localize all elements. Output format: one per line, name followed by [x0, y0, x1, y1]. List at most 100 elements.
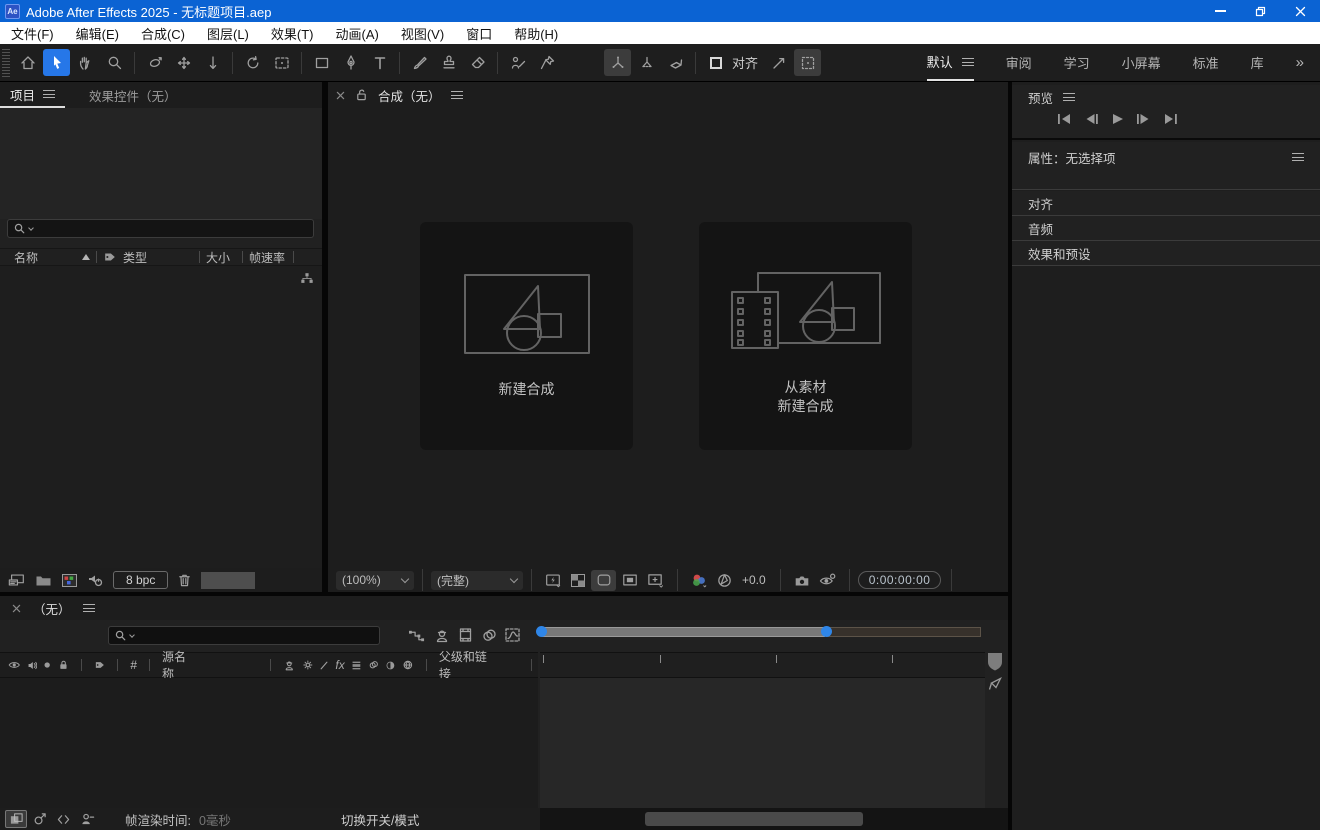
- timeline-hscroll-thumb[interactable]: [645, 812, 863, 826]
- solo-column-icon[interactable]: [43, 660, 51, 670]
- 3d-column-icon[interactable]: [402, 658, 414, 672]
- close-panel-icon[interactable]: [12, 604, 21, 613]
- adjustment-layer-column-icon[interactable]: [385, 659, 396, 672]
- next-frame-button[interactable]: [1136, 113, 1151, 125]
- properties-title[interactable]: 属性：无选择项: [1028, 148, 1116, 167]
- workspace-menu-icon[interactable]: [962, 58, 974, 66]
- parent-link-column-label[interactable]: 父级和链接: [439, 648, 489, 682]
- number-column-label[interactable]: #: [130, 658, 137, 672]
- source-name-column-label[interactable]: 源名称: [162, 648, 192, 682]
- sort-ascending-icon[interactable]: [82, 254, 90, 260]
- magnification-select[interactable]: (100%): [336, 571, 414, 590]
- panel-menu-icon[interactable]: [1292, 153, 1304, 161]
- close-panel-icon[interactable]: [336, 91, 345, 100]
- workspace-learn[interactable]: 学习: [1064, 45, 1090, 81]
- current-time-display[interactable]: 0:00:00:00: [858, 571, 942, 589]
- graph-editor-icon[interactable]: [504, 627, 521, 643]
- view-axis-mode-button[interactable]: [662, 49, 689, 76]
- new-composition-from-footage-card[interactable]: 从素材 新建合成: [699, 222, 912, 450]
- roto-brush-tool[interactable]: [504, 49, 531, 76]
- show-channel-button[interactable]: [687, 570, 711, 591]
- timeline-search-input[interactable]: [108, 626, 380, 645]
- interpret-footage-icon[interactable]: [8, 572, 26, 588]
- timeline-track-area[interactable]: [540, 678, 985, 808]
- previous-frame-button[interactable]: [1084, 113, 1099, 125]
- workspace-review[interactable]: 审阅: [1006, 45, 1032, 81]
- close-button[interactable]: [1280, 0, 1320, 22]
- world-axis-mode-button[interactable]: [633, 49, 660, 76]
- column-type[interactable]: 类型: [123, 249, 147, 266]
- align-panel-header[interactable]: 对齐: [1012, 191, 1320, 216]
- flowchart-icon[interactable]: [300, 271, 314, 285]
- project-footer-scroll[interactable]: [201, 572, 255, 589]
- shy-icon[interactable]: [434, 627, 450, 644]
- zoom-tool[interactable]: [101, 49, 128, 76]
- column-divider[interactable]: [242, 251, 243, 263]
- collapse-column-icon[interactable]: [302, 658, 314, 672]
- menu-view[interactable]: 视图(V): [390, 22, 455, 44]
- menu-composition[interactable]: 合成(C): [130, 22, 196, 44]
- tab-project[interactable]: 项目: [0, 82, 65, 108]
- label-column-icon[interactable]: [94, 658, 106, 672]
- menu-window[interactable]: 窗口: [455, 22, 503, 44]
- timeline-layer-list[interactable]: [0, 678, 538, 808]
- column-divider[interactable]: [426, 659, 427, 671]
- column-name[interactable]: 名称: [14, 249, 38, 266]
- tab-effect-controls[interactable]: 效果控件（无）: [79, 82, 187, 108]
- comp-marker-bin-icon[interactable]: [987, 676, 1004, 692]
- minimize-button[interactable]: [1200, 0, 1240, 22]
- reset-exposure-button[interactable]: [713, 570, 735, 591]
- eraser-tool[interactable]: [464, 49, 491, 76]
- composition-tab-label[interactable]: 合成（无）: [378, 86, 441, 105]
- dolly-camera-tool[interactable]: [199, 49, 226, 76]
- in-out-pane-button[interactable]: [52, 809, 74, 829]
- time-navigator-bar[interactable]: [542, 627, 825, 637]
- new-folder-icon[interactable]: [35, 573, 52, 588]
- menu-file[interactable]: 文件(F): [0, 22, 65, 44]
- navigator-start-handle[interactable]: [536, 626, 547, 637]
- column-divider[interactable]: [117, 659, 118, 671]
- selection-tool[interactable]: [43, 49, 70, 76]
- stamp-tool[interactable]: [435, 49, 462, 76]
- panel-menu-icon[interactable]: [83, 604, 95, 612]
- toolbar-grip[interactable]: [2, 49, 10, 77]
- column-divider[interactable]: [81, 659, 82, 671]
- fx-column-label[interactable]: fx: [335, 658, 344, 672]
- project-search-input[interactable]: [7, 219, 314, 238]
- workspace-small-screen[interactable]: 小屏幕: [1122, 45, 1161, 81]
- home-button[interactable]: [14, 49, 41, 76]
- menu-layer[interactable]: 图层(L): [196, 22, 260, 44]
- first-frame-button[interactable]: [1057, 113, 1072, 125]
- trash-icon[interactable]: [177, 572, 192, 588]
- motion-blur-column-icon[interactable]: [368, 659, 380, 671]
- motion-blur-icon[interactable]: [481, 628, 498, 643]
- toggle-switches-modes-button[interactable]: 切换开关/模式: [341, 810, 419, 829]
- exposure-value[interactable]: +0.0: [742, 573, 766, 587]
- mini-flowchart-icon[interactable]: [408, 628, 426, 644]
- audio-column-icon[interactable]: [27, 659, 38, 672]
- column-divider[interactable]: [293, 251, 294, 263]
- restore-button[interactable]: [1240, 0, 1280, 22]
- quality-column-icon[interactable]: [319, 659, 329, 672]
- transparency-grid-button[interactable]: [566, 570, 589, 591]
- snap-checkbox[interactable]: [702, 49, 729, 76]
- menu-help[interactable]: 帮助(H): [503, 22, 569, 44]
- mask-visibility-button[interactable]: [591, 570, 616, 591]
- panel-menu-icon[interactable]: [1063, 93, 1075, 101]
- resolution-select[interactable]: (完整): [431, 571, 523, 590]
- new-composition-icon[interactable]: [61, 573, 78, 588]
- timeline-hscroll-track[interactable]: [540, 808, 1008, 830]
- pan-camera-tool[interactable]: [170, 49, 197, 76]
- layer-switches-pane-button[interactable]: [5, 810, 27, 828]
- pen-tool[interactable]: [337, 49, 364, 76]
- workspace-libraries[interactable]: 库: [1251, 45, 1264, 81]
- camera-region-tool[interactable]: [268, 49, 295, 76]
- shy-column-icon[interactable]: [283, 658, 296, 673]
- label-column-icon[interactable]: [103, 250, 117, 264]
- snap-label[interactable]: 对齐: [732, 53, 758, 72]
- project-item-list[interactable]: [0, 266, 322, 568]
- column-divider[interactable]: [199, 251, 200, 263]
- workspace-standard[interactable]: 标准: [1193, 45, 1219, 81]
- hand-tool[interactable]: [72, 49, 99, 76]
- region-of-interest-button[interactable]: [618, 570, 641, 591]
